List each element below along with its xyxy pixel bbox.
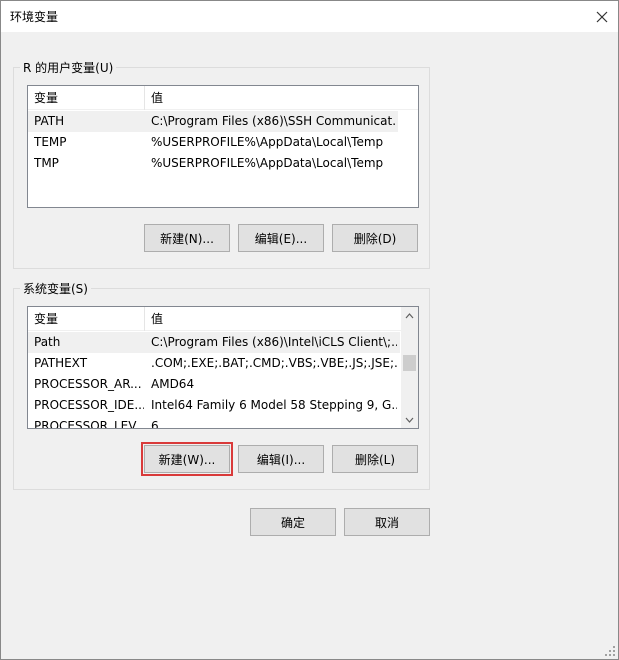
column-header-value[interactable]: 值 xyxy=(145,86,415,110)
list-header: 变量 值 xyxy=(28,86,418,110)
row-variable-name: PROCESSOR_LEV... xyxy=(34,419,144,429)
window-title: 环境变量 xyxy=(10,10,59,24)
row-variable-name: TEMP xyxy=(34,135,67,149)
row-variable-name: TMP xyxy=(34,156,59,170)
row-variable-value: C:\Program Files (x86)\SSH Communicat... xyxy=(151,114,397,128)
row-variable-value: AMD64 xyxy=(151,377,195,391)
list-header: 变量 值 xyxy=(28,307,418,331)
row-variable-name: PROCESSOR_IDE... xyxy=(34,398,144,412)
cancel-button[interactable]: 取消 xyxy=(344,508,430,536)
table-row[interactable]: TMP %USERPROFILE%\AppData\Local\Temp xyxy=(28,153,398,174)
table-row[interactable]: PROCESSOR_LEV... 6 xyxy=(28,416,400,429)
user-variables-group: R 的用户变量(U) 变量 值 PATH C:\Program Files (x… xyxy=(13,59,430,269)
system-new-button[interactable]: 新建(W)... xyxy=(141,442,233,476)
column-header-variable[interactable]: 变量 xyxy=(28,307,145,331)
table-row[interactable]: Path C:\Program Files (x86)\Intel\iCLS C… xyxy=(28,332,400,353)
system-edit-button[interactable]: 编辑(I)... xyxy=(238,445,324,473)
system-variables-group: 系统变量(S) 变量 值 Path C:\Program Files (x86)… xyxy=(13,280,430,490)
chevron-up-icon xyxy=(405,312,414,318)
row-variable-name: PATHEXT xyxy=(34,356,88,370)
scroll-thumb[interactable] xyxy=(403,355,416,371)
row-variable-value: %USERPROFILE%\AppData\Local\Temp xyxy=(151,135,384,149)
user-new-button[interactable]: 新建(N)... xyxy=(144,224,230,252)
table-row[interactable]: PATHEXT .COM;.EXE;.BAT;.CMD;.VBS;.VBE;.J… xyxy=(28,353,400,374)
column-header-variable[interactable]: 变量 xyxy=(28,86,145,110)
system-delete-button[interactable]: 删除(L) xyxy=(332,445,418,473)
chevron-down-icon xyxy=(405,417,414,423)
close-button[interactable] xyxy=(586,1,618,32)
ok-button[interactable]: 确定 xyxy=(250,508,336,536)
row-variable-name: Path xyxy=(34,335,61,349)
column-header-value[interactable]: 值 xyxy=(145,307,398,331)
row-variable-value: .COM;.EXE;.BAT;.CMD;.VBS;.VBE;.JS;.JSE;.… xyxy=(151,356,397,370)
resize-grip-icon[interactable] xyxy=(604,645,616,657)
close-icon xyxy=(596,11,608,22)
row-variable-value: %USERPROFILE%\AppData\Local\Temp xyxy=(151,156,384,170)
row-variable-value: C:\Program Files (x86)\Intel\iCLS Client… xyxy=(151,335,397,349)
row-variable-name: PATH xyxy=(34,114,65,128)
scroll-up-arrow[interactable] xyxy=(401,307,418,324)
table-row[interactable]: PATH C:\Program Files (x86)\SSH Communic… xyxy=(28,111,398,132)
system-variables-list[interactable]: 变量 值 Path C:\Program Files (x86)\Intel\i… xyxy=(27,306,419,429)
row-variable-value: Intel64 Family 6 Model 58 Stepping 9, G.… xyxy=(151,398,397,412)
environment-variables-dialog: 环境变量 R 的用户变量(U) 变量 值 PATH C:\Program Fil… xyxy=(0,0,619,660)
user-edit-button[interactable]: 编辑(E)... xyxy=(238,224,324,252)
user-variables-list[interactable]: 变量 值 PATH C:\Program Files (x86)\SSH Com… xyxy=(27,85,419,208)
table-row[interactable]: TEMP %USERPROFILE%\AppData\Local\Temp xyxy=(28,132,398,153)
row-variable-name: PROCESSOR_AR... xyxy=(34,377,142,391)
table-row[interactable]: PROCESSOR_IDE... Intel64 Family 6 Model … xyxy=(28,395,400,416)
title-bar: 环境变量 xyxy=(1,1,618,32)
scroll-down-arrow[interactable] xyxy=(401,411,418,428)
vertical-scrollbar[interactable] xyxy=(401,307,418,428)
row-variable-value: 6 xyxy=(151,419,159,429)
user-variables-label: R 的用户变量(U) xyxy=(20,59,117,76)
system-variables-label: 系统变量(S) xyxy=(20,280,91,297)
user-delete-button[interactable]: 删除(D) xyxy=(332,224,418,252)
table-row[interactable]: PROCESSOR_AR... AMD64 xyxy=(28,374,400,395)
